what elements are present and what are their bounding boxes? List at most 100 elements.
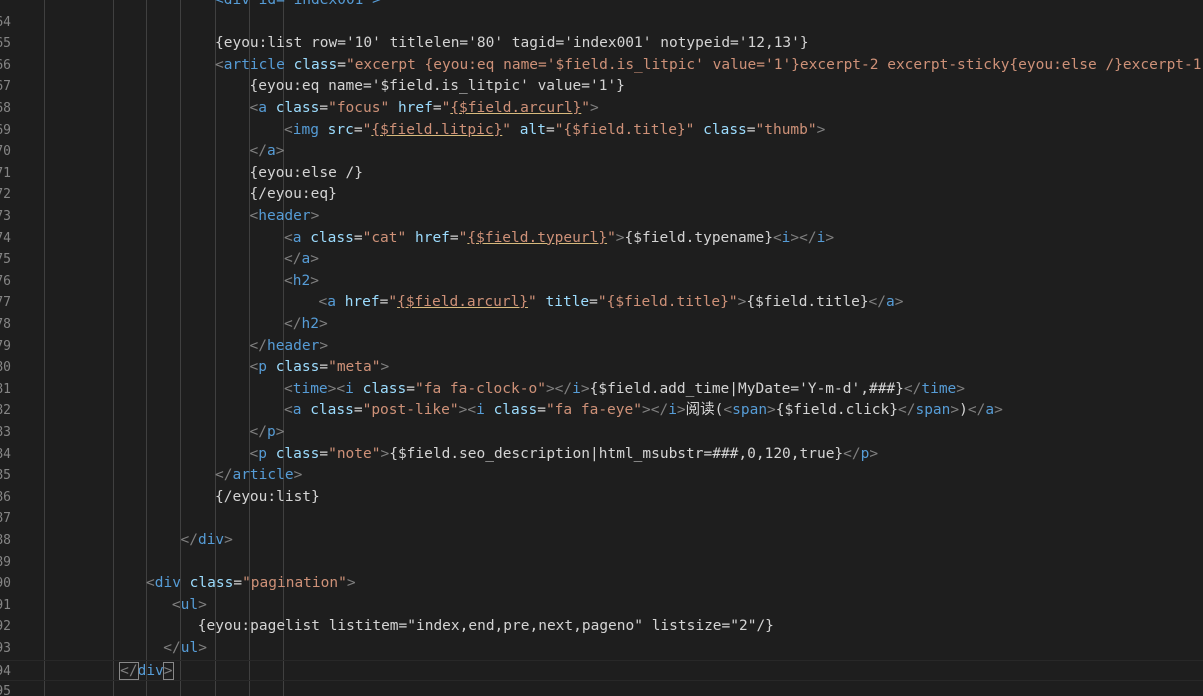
code-line[interactable]: 71 {eyou:else /} [0, 163, 1203, 185]
code-token: " [607, 229, 616, 246]
code-token: class [310, 402, 354, 419]
code-line[interactable]: 70 </a> [0, 141, 1203, 163]
code-token: </ [215, 467, 233, 484]
code-editor[interactable]: <div id="index001"> 64 65 {eyou:list row='1… [0, 0, 1203, 696]
code-token: = [545, 121, 555, 138]
code-line[interactable]: 72 {/eyou:eq} [0, 184, 1203, 206]
code-token: src [327, 121, 354, 138]
code-token: div [137, 662, 164, 679]
code-token: " [502, 121, 512, 138]
matched-bracket: > [162, 661, 174, 680]
line-number: 75 [0, 252, 11, 268]
code-line[interactable]: 67 {eyou:eq name='$field.is_litpic' value… [0, 76, 1203, 98]
code-token: ul [180, 640, 199, 656]
code-token: {$field.arcurl} [397, 294, 529, 311]
code-token: i [345, 380, 354, 397]
code-text: <p class="note">{$field.seo_description|… [250, 444, 879, 466]
code-token: i [572, 380, 581, 397]
line-number: 76 [0, 273, 11, 289]
code-token: "pagination" [242, 575, 347, 592]
code-token: > [994, 402, 1003, 419]
code-line[interactable]: 78 </h2> [0, 314, 1203, 336]
code-token: article [223, 56, 285, 73]
code-line[interactable]: 94 </div> [0, 659, 1203, 682]
code-token: > [293, 467, 303, 484]
line-number: 92 [0, 619, 11, 635]
code-line[interactable]: 73 <header> [0, 206, 1203, 228]
code-token: i [668, 402, 677, 419]
line-number: 87 [0, 511, 11, 527]
code-line[interactable]: 74<a class="cat" href="{$field.typeurl}"… [0, 228, 1203, 250]
code-line[interactable]: 65 {eyou:list row='10' titlelen='80' tagi… [0, 33, 1203, 55]
code-line[interactable]: 77<a href="{$field.arcurl}" title="{$fie… [0, 292, 1203, 314]
code-line[interactable]: 92 {eyou:pagelist listitem="index,end,pre… [0, 616, 1203, 638]
code-token: > [198, 596, 207, 613]
code-text: <a class="cat" href="{$field.typeurl}">{… [284, 228, 834, 250]
code-token: h2 [301, 316, 319, 332]
code-line[interactable]: 83 </p> [0, 422, 1203, 444]
code-token: > [590, 100, 599, 116]
code-token: {$field.click} [775, 402, 898, 419]
code-line[interactable]: 85 </article> [0, 465, 1203, 487]
code-token: i [476, 402, 485, 419]
code-token: > [198, 640, 207, 656]
code-line[interactable]: 91 <ul> [0, 595, 1203, 617]
code-text: <img src="{$field.litpic}" alt="{$field.… [284, 120, 825, 142]
code-text: <a class="post-like"><i class="fa fa-eye… [284, 400, 1003, 422]
code-token: {eyou:eq name='$field.is_litpic' value='… [249, 78, 625, 95]
code-token: </ [163, 640, 181, 656]
code-token: = [233, 575, 243, 592]
code-token: p [266, 424, 276, 440]
code-token: {/eyou:list} [215, 488, 320, 505]
code-line[interactable]: 79 </header> [0, 336, 1203, 358]
code-line[interactable]: 84<p class="note">{$field.seo_descriptio… [0, 444, 1203, 466]
code-token: {$field.add_time|MyDate='Y-m-d',###} [589, 380, 904, 397]
code-line[interactable]: 80 <p class="meta"> [0, 357, 1203, 379]
code-token: p [258, 359, 267, 376]
code-token: {eyou:list row='10' titlelen='80' tagid=… [215, 35, 809, 52]
code-line[interactable]: <div id="index001"> [0, 0, 1203, 12]
code-token: > [380, 359, 390, 376]
code-token: " [581, 100, 591, 116]
code-line[interactable]: 64 [0, 12, 1203, 34]
code-line[interactable]: 68<a class="focus" href="{$field.arcurl}… [0, 98, 1203, 120]
code-line[interactable]: 89 [0, 552, 1203, 574]
code-text: </header> [250, 336, 329, 358]
code-token: = [746, 121, 756, 138]
code-line[interactable]: 88 </div> [0, 530, 1203, 552]
code-line[interactable]: 86 {/eyou:list} [0, 487, 1203, 509]
code-token: header [258, 208, 311, 224]
code-token: {$field.typename} [624, 229, 773, 246]
code-line[interactable]: 82<a class="post-like"><i class="fa fa-e… [0, 400, 1203, 422]
code-line[interactable]: 87 [0, 508, 1203, 530]
line-number: 72 [0, 187, 11, 203]
code-text: {eyou:else /} [250, 163, 364, 185]
code-line[interactable]: 69<img src="{$field.litpic}" alt="{$fiel… [0, 120, 1203, 142]
code-line[interactable]: 81<time><i class="fa fa-clock-o"></i>{$f… [0, 379, 1203, 401]
code-token: ></ [545, 380, 573, 397]
code-token: "{$field.title}" [597, 294, 738, 311]
line-number: 80 [0, 360, 11, 376]
code-line[interactable]: 66 <article class="excerpt {eyou:eq name=… [0, 55, 1203, 77]
code-token: > [580, 380, 590, 397]
code-line[interactable]: 76 <h2> [0, 271, 1203, 293]
code-token: = [432, 100, 442, 116]
code-line[interactable]: 75 </a> [0, 249, 1203, 271]
code-line[interactable]: 90 <div class="pagination"> [0, 573, 1203, 595]
code-token: < [249, 208, 259, 224]
code-token: "thumb" [755, 121, 817, 138]
code-text: <h2> [284, 271, 319, 293]
code-token: "fa fa-clock-o" [414, 380, 546, 397]
code-line[interactable]: 95 [0, 681, 1203, 696]
code-token: time [921, 380, 957, 397]
code-line[interactable]: 93 </ul> [0, 638, 1203, 660]
code-token: a [258, 100, 267, 116]
code-token: > [310, 208, 320, 224]
line-number: 81 [0, 381, 11, 397]
code-token: = [589, 294, 598, 311]
code-token: </ [967, 402, 986, 419]
code-text: <ul> [172, 595, 207, 617]
line-number: 95 [0, 684, 11, 696]
